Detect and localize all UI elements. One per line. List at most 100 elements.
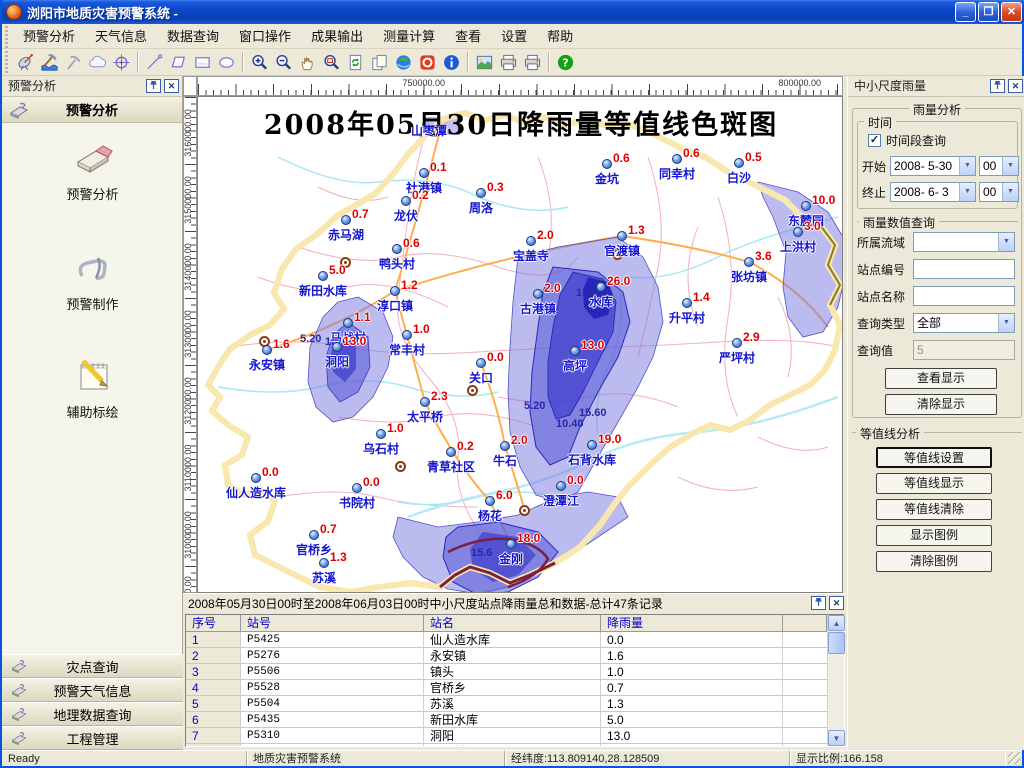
station-marker-icon	[446, 447, 456, 457]
satellite-dish-button[interactable]	[13, 51, 37, 74]
pin-icon[interactable]	[990, 79, 1005, 93]
chevron-down-icon[interactable]: ▼	[1002, 183, 1018, 201]
sidebar-section-3[interactable]: 地理数据查询	[2, 702, 183, 726]
menu-item-5[interactable]: 成果输出	[301, 24, 373, 49]
globe-button[interactable]	[391, 51, 415, 74]
menu-item-3[interactable]: 数据查询	[157, 24, 229, 49]
contour-button-2[interactable]: 等值线显示	[876, 473, 992, 494]
table-row[interactable]: 1P5425仙人造水库0.0	[186, 632, 827, 648]
satellite-dish-icon	[16, 53, 35, 72]
station-no-input[interactable]	[913, 259, 1015, 279]
copy-layers-button[interactable]	[367, 51, 391, 74]
scroll-thumb[interactable]	[828, 632, 845, 654]
menu-item-8[interactable]: 设置	[491, 24, 537, 49]
menu-item-1[interactable]: 预警分析	[13, 24, 85, 49]
query-type-select[interactable]: 全部 ▼	[913, 313, 1015, 333]
station-marker-icon	[262, 345, 272, 355]
globe-icon	[394, 53, 413, 72]
pick-tool-button[interactable]	[61, 51, 85, 74]
contour-button-3[interactable]: 等值线清除	[876, 499, 992, 520]
table-cell: 镇头	[424, 664, 601, 679]
station-name: 张坊镇	[701, 268, 797, 285]
pin-icon[interactable]	[146, 79, 161, 93]
stamp-icon	[10, 658, 28, 674]
resize-grip[interactable]	[1008, 752, 1020, 764]
time-range-checkbox[interactable]: ✓	[868, 134, 881, 147]
map-image-button[interactable]	[472, 51, 496, 74]
chevron-down-icon[interactable]: ▼	[998, 314, 1014, 332]
toolbar-grip[interactable]	[2, 49, 11, 75]
table-row[interactable]: 7P5310洞阳13.0	[186, 728, 827, 744]
ellipse-tool-button[interactable]	[214, 51, 238, 74]
sidebar-section-2[interactable]: 预警天气信息	[2, 678, 183, 702]
stamp-icon	[8, 101, 30, 119]
table-row[interactable]: 8P5311马战村1.1	[186, 744, 827, 746]
terrain-tool-button[interactable]	[37, 51, 61, 74]
sidebar-item-1[interactable]: 预警分析	[2, 134, 183, 203]
sidebar-item-3[interactable]: 辅助标绘	[2, 352, 183, 421]
stop-button[interactable]	[415, 51, 439, 74]
menubar-grip[interactable]	[2, 24, 11, 48]
menu-item-6[interactable]: 测量计算	[373, 24, 445, 49]
info-button[interactable]	[439, 51, 463, 74]
table-row[interactable]: 5P5504苏溪1.3	[186, 696, 827, 712]
table-cell: P5310	[241, 728, 424, 743]
table-row[interactable]: 6P5435新田水库5.0	[186, 712, 827, 728]
table-row[interactable]: 3P5506镇头1.0	[186, 664, 827, 680]
help-button[interactable]: ?	[553, 51, 577, 74]
pin-icon[interactable]	[811, 596, 826, 610]
contour-button-4[interactable]: 显示图例	[876, 525, 992, 546]
chevron-down-icon[interactable]: ▼	[959, 183, 975, 201]
contour-button-5[interactable]: 清除图例	[876, 551, 992, 572]
sidebar-section-4[interactable]: 工程管理	[2, 726, 183, 750]
restore-button[interactable]: ❐	[978, 2, 999, 22]
station-marker-icon	[596, 282, 606, 292]
clear-display-button[interactable]: 清除显示	[885, 394, 997, 415]
start-hour-picker[interactable]: 00 ▼	[979, 156, 1019, 176]
close-button[interactable]: ✕	[1001, 2, 1022, 22]
sidebar-section-label: 预警天气信息	[28, 681, 157, 700]
minimize-button[interactable]: _	[955, 2, 976, 22]
table-row[interactable]: 2P5276永安镇1.6	[186, 648, 827, 664]
zoom-out-button[interactable]	[271, 51, 295, 74]
end-hour-picker[interactable]: 00 ▼	[979, 182, 1019, 202]
left-panel-header[interactable]: 预警分析	[2, 97, 182, 123]
cloud-tool-button[interactable]	[85, 51, 109, 74]
polygon-tool-button[interactable]	[166, 51, 190, 74]
menu-item-4[interactable]: 窗口操作	[229, 24, 301, 49]
print-button[interactable]	[496, 51, 520, 74]
zoom-window-button[interactable]	[319, 51, 343, 74]
menu-item-9[interactable]: 帮助	[537, 24, 583, 49]
chevron-down-icon[interactable]: ▼	[1002, 157, 1018, 175]
station-name-input[interactable]	[913, 286, 1015, 306]
basin-select[interactable]: ▼	[913, 232, 1015, 252]
sidebar-item-2[interactable]: 预警制作	[2, 244, 183, 313]
menu-item-2[interactable]: 天气信息	[85, 24, 157, 49]
end-date-picker[interactable]: 2008- 6- 3 ▼	[890, 182, 976, 202]
contour-button-1[interactable]: 等值线设置	[876, 447, 992, 468]
sidebar-section-1[interactable]: 灾点查询	[2, 654, 183, 678]
start-date-picker[interactable]: 2008- 5-30 ▼	[890, 156, 976, 176]
show-display-button[interactable]: 查看显示	[885, 368, 997, 389]
print-setup-button[interactable]	[520, 51, 544, 74]
close-icon[interactable]: ✕	[829, 596, 844, 610]
pan-hand-button[interactable]	[295, 51, 319, 74]
table-scrollbar[interactable]: ▲ ▼	[827, 615, 844, 746]
table-cell: P5504	[241, 696, 424, 711]
chevron-down-icon[interactable]: ▼	[998, 233, 1014, 251]
scroll-down-icon[interactable]: ▼	[828, 730, 845, 746]
scroll-up-icon[interactable]: ▲	[828, 615, 845, 631]
refresh-page-button[interactable]	[343, 51, 367, 74]
line-tool-button[interactable]	[142, 51, 166, 74]
station-marker-icon	[318, 271, 328, 281]
close-icon[interactable]: ✕	[1008, 79, 1023, 93]
menu-item-7[interactable]: 查看	[445, 24, 491, 49]
stop-icon	[418, 53, 437, 72]
rectangle-tool-button[interactable]	[190, 51, 214, 74]
close-icon[interactable]: ✕	[164, 79, 179, 93]
table-row[interactable]: 4P5528官桥乡0.7	[186, 680, 827, 696]
zoom-in-button[interactable]	[247, 51, 271, 74]
map-canvas[interactable]: 2008年05月30日降雨量等值线色斑图 5.2010.4015.65.2015…	[197, 96, 843, 593]
chevron-down-icon[interactable]: ▼	[959, 157, 975, 175]
crosshair-tool-button[interactable]	[109, 51, 133, 74]
